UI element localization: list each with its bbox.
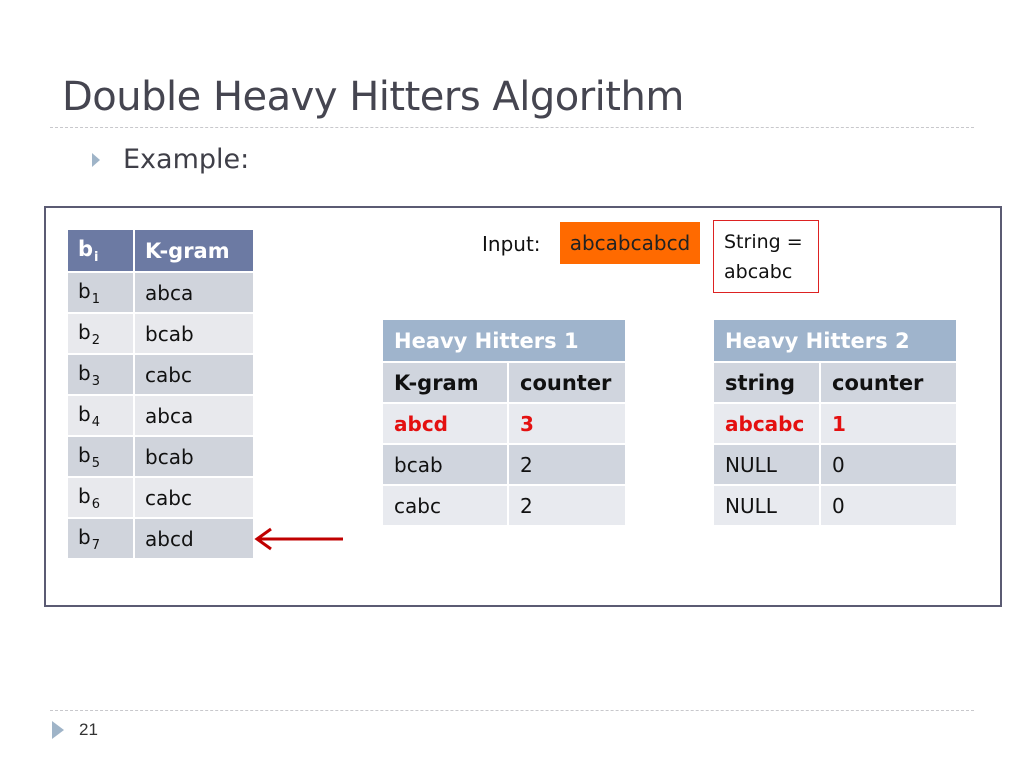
table-row: b2 bcab — [68, 312, 253, 353]
table-row-highlighted: abcabc 1 — [714, 402, 956, 443]
slide-footer: 21 — [52, 720, 98, 740]
kgram-sequence-table: bi K-gram b1 abca b2 bcab b3 cabc b4 abc… — [68, 230, 253, 558]
header-kgram: K-gram — [383, 361, 509, 402]
table-header-row: K-gram counter — [383, 361, 625, 402]
cell-kgram: bcab — [135, 312, 253, 353]
title-divider — [50, 127, 974, 128]
table-row: NULL 0 — [714, 484, 956, 525]
bullet-example: Example: — [92, 144, 249, 175]
cell-string: NULL — [714, 443, 821, 484]
cell-counter: 0 — [821, 484, 956, 525]
table-title-row: Heavy Hitters 2 — [714, 320, 956, 361]
cell-kgram: abcd — [383, 402, 509, 443]
table-header-row: string counter — [714, 361, 956, 402]
header-string: string — [714, 361, 821, 402]
page-number: 21 — [79, 720, 98, 739]
string-box-line2: abcabc — [724, 261, 793, 283]
table-row: NULL 0 — [714, 443, 956, 484]
string-box-line1: String = — [724, 231, 803, 253]
table-row: b3 cabc — [68, 353, 253, 394]
table-row: b1 abca — [68, 271, 253, 312]
target-string-box: String = abcabc — [713, 220, 819, 293]
cell-kgram: cabc — [135, 476, 253, 517]
table-row: b4 abca — [68, 394, 253, 435]
cell-kgram: bcab — [383, 443, 509, 484]
header-kgram: K-gram — [135, 230, 253, 271]
header-counter: counter — [821, 361, 956, 402]
cell-bi: b1 — [68, 271, 135, 312]
footer-triangle-icon — [52, 721, 64, 739]
slide-title: Double Heavy Hitters Algorithm — [62, 74, 684, 120]
heavy-hitters-1-title: Heavy Hitters 1 — [383, 320, 625, 361]
cell-kgram: cabc — [135, 353, 253, 394]
cell-counter: 1 — [821, 402, 956, 443]
heavy-hitters-2-table: Heavy Hitters 2 string counter abcabc 1 … — [714, 320, 956, 525]
table-row: b5 bcab — [68, 435, 253, 476]
left-arrow-icon — [254, 527, 343, 551]
cell-counter: 3 — [509, 402, 625, 443]
header-counter: counter — [509, 361, 625, 402]
table-row: cabc 2 — [383, 484, 625, 525]
cell-kgram: cabc — [383, 484, 509, 525]
table-row-current: b7 abcd — [68, 517, 253, 558]
cell-counter: 2 — [509, 443, 625, 484]
cell-kgram: abca — [135, 394, 253, 435]
cell-bi: b7 — [68, 517, 135, 558]
input-string-box: abcabcabcd — [560, 222, 700, 264]
table-row: b6 cabc — [68, 476, 253, 517]
cell-bi: b5 — [68, 435, 135, 476]
cell-counter: 2 — [509, 484, 625, 525]
table-row: bcab 2 — [383, 443, 625, 484]
cell-bi: b4 — [68, 394, 135, 435]
heavy-hitters-1-table: Heavy Hitters 1 K-gram counter abcd 3 bc… — [383, 320, 625, 525]
cell-kgram: abca — [135, 271, 253, 312]
cell-string: NULL — [714, 484, 821, 525]
header-bi: bi — [68, 230, 135, 271]
cell-bi: b6 — [68, 476, 135, 517]
footer-divider — [50, 710, 974, 711]
cell-string: abcabc — [714, 402, 821, 443]
table-row-highlighted: abcd 3 — [383, 402, 625, 443]
cell-counter: 0 — [821, 443, 956, 484]
table-title-row: Heavy Hitters 1 — [383, 320, 625, 361]
heavy-hitters-2-title: Heavy Hitters 2 — [714, 320, 956, 361]
bullet-triangle-icon — [92, 152, 100, 167]
bullet-text: Example: — [123, 144, 250, 175]
table-header-row: bi K-gram — [68, 230, 253, 271]
cell-kgram: abcd — [135, 517, 253, 558]
cell-bi: b2 — [68, 312, 135, 353]
cell-kgram: bcab — [135, 435, 253, 476]
cell-bi: b3 — [68, 353, 135, 394]
input-label: Input: — [482, 232, 541, 256]
